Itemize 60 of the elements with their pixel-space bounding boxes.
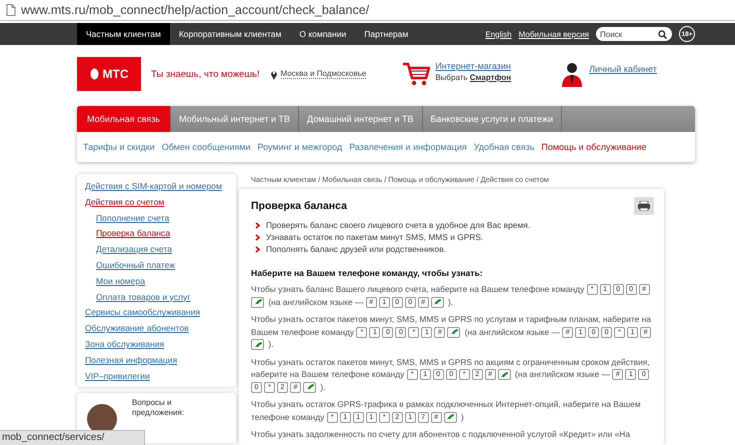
location-pin-icon: [270, 68, 278, 80]
page-icon: [6, 4, 16, 16]
print-button[interactable]: [634, 197, 654, 215]
url-text: www.mts.ru/mob_connect/help/action_account/check_balance/: [21, 3, 370, 17]
feedback-text: Вопросы и предложения:: [132, 398, 186, 418]
sidebar-link[interactable]: Обслуживание абонентов: [85, 322, 189, 335]
sidebar-link[interactable]: Ошибочный платеж: [96, 258, 176, 272]
submenu-link[interactable]: Помощь и обслуживание: [541, 142, 646, 152]
nav-tab[interactable]: Частным клиентам: [77, 23, 170, 45]
sidebar-link[interactable]: Полезная информация: [85, 354, 178, 366]
submenu-link[interactable]: Удобная связь: [474, 142, 534, 152]
phone-handset-icon: [433, 298, 442, 306]
submenu-link[interactable]: Обмен сообщениями: [162, 142, 251, 152]
sidebar-link[interactable]: Оплата товаров и услуг: [96, 290, 190, 304]
article-title: Проверка баланса: [251, 200, 347, 212]
sidebar-link[interactable]: Проверка баланса: [96, 227, 170, 240]
bullet-text: Пополнять баланс друзей или родственников.: [266, 244, 446, 255]
phone-handset-icon: [450, 328, 458, 336]
nav-link[interactable]: English: [485, 30, 512, 38]
printer-icon: [638, 201, 650, 211]
sidebar-link[interactable]: Детализация счета: [96, 243, 172, 256]
phone-handset-icon: [254, 298, 262, 306]
instruction-paragraph: Чтобы узнать задолженность по счету для абонентов с подключенной услугой «Кредит» или «На: [251, 428, 631, 440]
logo[interactable]: МТС: [77, 57, 141, 91]
status-bar-url: mob_connect/services/: [0, 430, 146, 445]
search-icon: [658, 30, 667, 38]
sidebar-link[interactable]: Действия с SIM-картой и номером: [85, 180, 222, 192]
sidebar-link[interactable]: Пополнение счета: [96, 212, 170, 224]
phone-handset-icon: [500, 370, 508, 379]
phone-handset-icon: [306, 383, 314, 392]
menu-tab[interactable]: Мобильный интернет и ТВ: [170, 106, 300, 132]
submenu-link[interactable]: Развлечения и информация: [349, 142, 467, 152]
shop-note: Выбрать Смартфон: [435, 72, 512, 82]
person-icon: [561, 61, 584, 87]
submenu-link[interactable]: Роуминг и межгород: [258, 142, 342, 152]
phone-handset-icon: [254, 340, 262, 349]
menu-tab[interactable]: Мобильная связь: [77, 106, 171, 132]
sidebar-link[interactable]: Действия со счетом: [85, 196, 164, 208]
submenu-link[interactable]: Тарифы и скидки: [83, 142, 155, 152]
nav-tab[interactable]: Корпоративным клиентам: [170, 23, 290, 45]
account-link[interactable]: Личный кабинет: [589, 64, 657, 74]
bullet-text: Проверять баланс своего лицевого счета в удобное для Вас время.: [266, 220, 530, 231]
shop-link[interactable]: Интернет-магазин: [435, 60, 512, 70]
region-link[interactable]: Москва и Подмосковье: [280, 69, 366, 79]
sidebar-link[interactable]: Зона обслуживания: [85, 338, 164, 350]
instructions-heading: Наберите на Вашем телефоне команду, чтобы узнать:: [251, 268, 484, 278]
slogan-text: Ты знаешь, что можешь!: [151, 68, 260, 80]
nav-tab[interactable]: Партнерам: [355, 23, 418, 45]
menu-tab[interactable]: Банковские услуги и платежи: [422, 106, 562, 132]
nav-tab[interactable]: О компании: [290, 23, 356, 45]
sidebar-link[interactable]: Мои номера: [96, 274, 145, 288]
sidebar-link[interactable]: Сервисы самообслуживания: [85, 306, 200, 319]
egg-icon: [90, 68, 98, 80]
sidebar-link[interactable]: VIP–привилегии: [85, 370, 150, 382]
shopping-cart-icon: [402, 61, 430, 87]
nav-link[interactable]: Мобильная версия: [518, 30, 589, 38]
bullet-text: Узнавать остаток по пакетам минут SMS, MMS и GPRS.: [266, 232, 484, 243]
search-field[interactable]: Поиск: [596, 27, 672, 41]
phone-handset-icon: [446, 413, 454, 422]
menu-tab[interactable]: Домашний интернет и ТВ: [299, 106, 423, 132]
